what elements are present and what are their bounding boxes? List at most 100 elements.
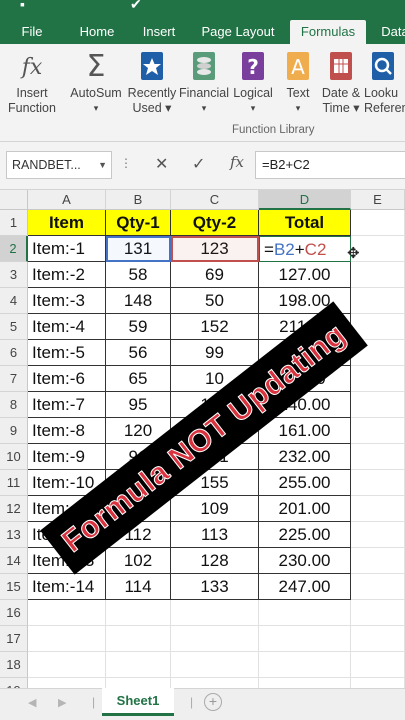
qty2-cell[interactable]: 133 [171,574,259,600]
item-cell[interactable]: Item:-4 [28,314,106,340]
cell[interactable] [351,496,405,522]
row-header[interactable]: 7 [0,366,28,392]
qty1-cell[interactable]: 102 [106,548,171,574]
row-header[interactable]: 9 [0,418,28,444]
cell[interactable] [351,574,405,600]
tab-data[interactable]: Data [378,20,405,44]
cell[interactable] [28,600,106,626]
item-cell[interactable]: Item:-9 [28,444,106,470]
column-header-b[interactable]: B [106,190,171,210]
save-icon[interactable]: ▪ [20,0,25,12]
cell[interactable] [106,600,171,626]
checkmark-icon[interactable]: ✔ [130,0,142,13]
date-time-button[interactable]: Date & Time ▾ [318,50,364,116]
cell[interactable] [351,392,405,418]
qty2-cell[interactable]: 152 [171,314,259,340]
row-header[interactable]: 15 [0,574,28,600]
item-cell[interactable]: Item:-7 [28,392,106,418]
total-cell[interactable]: 225.00 [259,522,351,548]
item-cell[interactable]: Item:-5 [28,340,106,366]
header-cell-item[interactable]: Item [28,210,106,236]
qty1-cell[interactable]: 95 [106,392,171,418]
qty1-cell[interactable]: 59 [106,314,171,340]
row-header[interactable]: 1 [0,210,28,236]
cell[interactable] [28,652,106,678]
row-header[interactable]: 18 [0,652,28,678]
column-header-d[interactable]: D [259,190,351,210]
row-header[interactable]: 12 [0,496,28,522]
item-cell[interactable]: Item:-1 [28,236,106,262]
name-box[interactable]: RANDBET... ▼ [6,151,112,179]
cell[interactable] [351,210,405,236]
cell[interactable] [106,626,171,652]
item-cell[interactable]: Item:-14 [28,574,106,600]
enter-icon[interactable]: ✓ [192,154,205,174]
row-header[interactable]: 13 [0,522,28,548]
item-cell[interactable]: Item:-6 [28,366,106,392]
autosum-button[interactable]: Σ AutoSum ▾ [68,50,124,116]
row-header[interactable]: 3 [0,262,28,288]
total-cell[interactable]: 255.00 [259,470,351,496]
cell[interactable] [259,652,351,678]
cell[interactable] [106,652,171,678]
item-cell[interactable]: Item:-8 [28,418,106,444]
previous-sheet-icon[interactable]: ◀ [28,696,36,709]
qty1-cell[interactable]: 65 [106,366,171,392]
row-header[interactable]: 5 [0,314,28,340]
total-cell-editing[interactable]: =B2+C2 [259,236,351,262]
next-sheet-icon[interactable]: ▶ [58,696,66,709]
select-all-corner[interactable] [0,190,28,210]
row-header[interactable]: 10 [0,444,28,470]
row-header[interactable]: 2 [0,236,28,262]
item-cell[interactable]: Item:-2 [28,262,106,288]
row-header[interactable]: 17 [0,626,28,652]
row-header[interactable]: 14 [0,548,28,574]
qty2-cell[interactable]: 69 [171,262,259,288]
qty2-cell[interactable]: 128 [171,548,259,574]
tab-home[interactable]: Home [72,20,122,44]
add-sheet-icon[interactable]: + [204,693,222,711]
header-cell-qty1[interactable]: Qty-1 [106,210,171,236]
total-cell[interactable]: 161.00 [259,418,351,444]
cell[interactable] [351,262,405,288]
cell[interactable] [351,548,405,574]
row-header[interactable]: 6 [0,340,28,366]
cell[interactable] [259,600,351,626]
insert-function-fx-icon[interactable]: fx [230,153,244,171]
qty1-cell[interactable]: 56 [106,340,171,366]
insert-function-button[interactable]: fx Insert Function [4,50,60,116]
tab-file[interactable]: File [14,20,50,44]
column-header-e[interactable]: E [351,190,405,210]
cell[interactable] [351,522,405,548]
cell[interactable] [28,626,106,652]
more-options-icon[interactable]: ⋮ [120,156,133,170]
item-cell[interactable]: Item:-3 [28,288,106,314]
row-header[interactable]: 16 [0,600,28,626]
chevron-down-icon[interactable]: ▼ [98,152,107,178]
tab-page-layout[interactable]: Page Layout [197,20,279,44]
cell[interactable] [171,626,259,652]
qty2-cell[interactable]: 113 [171,522,259,548]
cell[interactable] [351,418,405,444]
row-header[interactable]: 4 [0,288,28,314]
qty1-cell[interactable]: 148 [106,288,171,314]
tab-insert[interactable]: Insert [138,20,180,44]
cell[interactable] [351,470,405,496]
row-header[interactable]: 8 [0,392,28,418]
financial-button[interactable]: Financial ▾ [178,50,230,116]
qty2-cell[interactable]: 99 [171,340,259,366]
logical-button[interactable]: ? Logical ▾ [230,50,276,116]
text-button[interactable]: A Text ▾ [278,50,318,116]
cell[interactable] [171,600,259,626]
qty1-cell[interactable]: 114 [106,574,171,600]
total-cell[interactable]: 127.00 [259,262,351,288]
header-cell-total[interactable]: Total [259,210,351,236]
sheet-tab-sheet1[interactable]: Sheet1 [102,688,174,716]
cell[interactable] [351,288,405,314]
qty2-cell[interactable]: 50 [171,288,259,314]
total-cell[interactable]: 247.00 [259,574,351,600]
formula-input[interactable]: =B2+C2 [255,151,405,179]
lookup-reference-button[interactable]: Looku Referen [364,50,405,116]
cell[interactable] [351,652,405,678]
qty1-cell[interactable]: 58 [106,262,171,288]
